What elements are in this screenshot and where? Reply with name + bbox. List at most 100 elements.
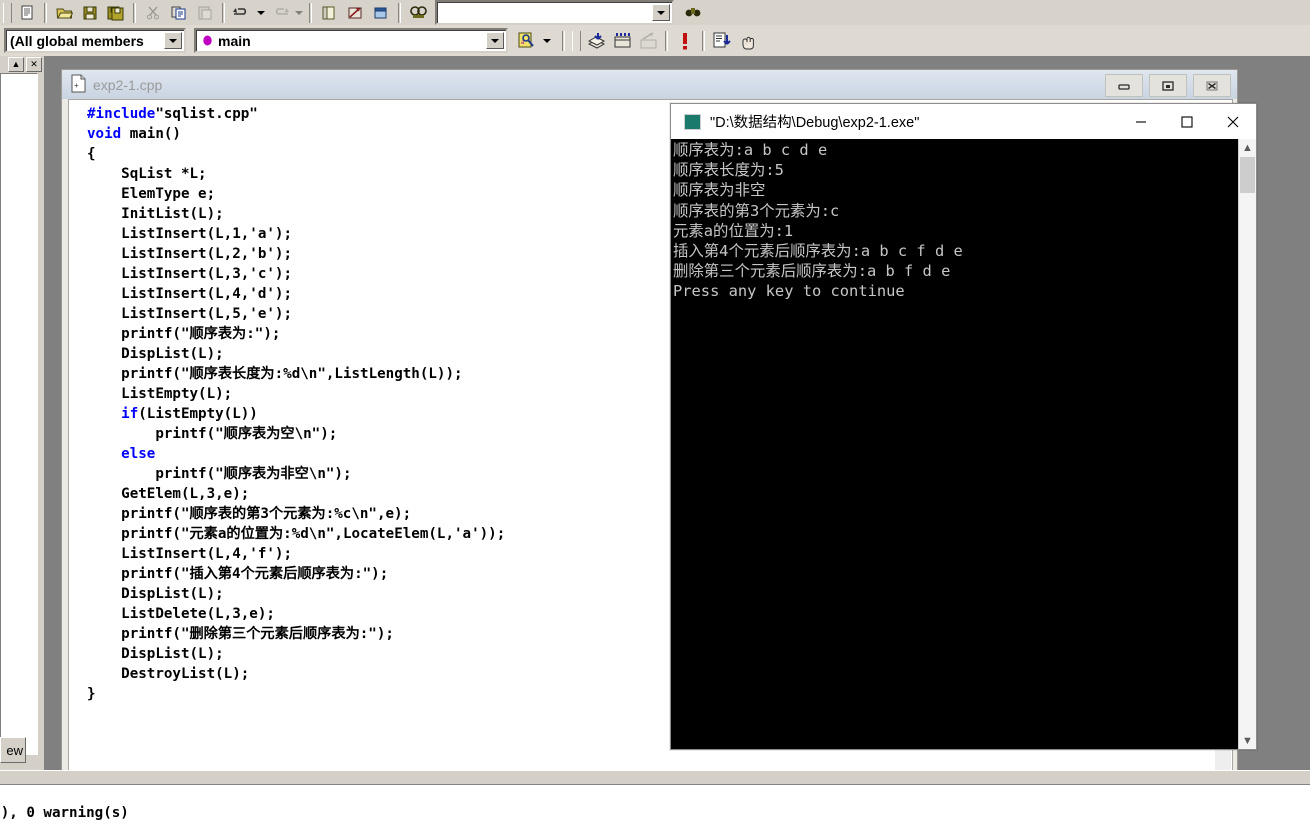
console-app-icon: [684, 113, 701, 130]
console-output-text: 顺序表为:a b c d e 顺序表长度为:5 顺序表为非空 顺序表的第3个元素为:c…: [673, 140, 963, 302]
window-list-icon[interactable]: [368, 2, 394, 24]
console-scroll-down-icon[interactable]: ▼: [1239, 732, 1256, 749]
wizardbar: (All global members main a: [0, 25, 1310, 57]
code-line: InitList(L);: [87, 206, 224, 222]
code-line: ListInsert(L,5,'e');: [87, 306, 292, 322]
find-in-files-icon[interactable]: [405, 2, 431, 24]
console-minimize-button[interactable]: [1118, 104, 1164, 139]
console-close-button[interactable]: [1210, 104, 1256, 139]
code-line: ElemType e;: [87, 186, 216, 202]
editor-minimize-button[interactable]: [1105, 74, 1143, 97]
classview-dropdown-icon[interactable]: [540, 30, 554, 52]
code-line: DestroyList(L);: [87, 666, 250, 682]
toolbar-separator: [44, 2, 47, 23]
redo-dropdown-icon[interactable]: [293, 2, 305, 24]
console-title-label: "D:\数据结构\Debug\exp2-1.exe": [710, 115, 920, 131]
console-scroll-thumb[interactable]: [1240, 157, 1255, 193]
toolbar-grip[interactable]: [3, 2, 12, 23]
member-function-icon: [203, 35, 212, 46]
function-combo[interactable]: main: [194, 28, 508, 53]
console-output-area[interactable]: 顺序表为:a b c d e 顺序表长度为:5 顺序表为非空 顺序表的第3个元素为:c…: [671, 139, 1256, 749]
editor-title-label: exp2-1.cpp: [93, 76, 163, 93]
pin-button[interactable]: ▲: [8, 56, 24, 72]
source-code: #include"sqlist.cpp" void main() { SqList …: [87, 104, 505, 704]
console-title-bar[interactable]: "D:\数据结构\Debug\exp2-1.exe": [671, 104, 1256, 139]
undo-icon[interactable]: [229, 2, 255, 24]
console-window-buttons: [1118, 104, 1256, 139]
code-line: }: [87, 686, 96, 702]
svg-text:+: +: [74, 81, 79, 90]
find-binoculars-icon[interactable]: [680, 2, 706, 24]
code-line: ListInsert(L,4,'d');: [87, 286, 292, 302]
code-line: printf("顺序表长度为:%d\n",ListLength(L));: [87, 366, 463, 382]
editor-close-button[interactable]: [1193, 74, 1231, 97]
save-icon[interactable]: [77, 2, 103, 24]
code-line: printf("插入第4个元素后顺序表为:");: [87, 566, 389, 582]
members-combo[interactable]: (All global members: [4, 28, 186, 53]
new-file-icon[interactable]: [14, 2, 40, 24]
members-combo-value: (All global members: [10, 32, 144, 49]
toolbar-separator: [309, 2, 312, 23]
code-line: ListInsert(L,2,'b');: [87, 246, 292, 262]
stop-build-icon[interactable]: [635, 30, 661, 52]
redo-icon[interactable]: [267, 2, 293, 24]
go-icon[interactable]: [709, 30, 735, 52]
workspace-panel-header: ▲ ✕: [0, 56, 44, 72]
workspace-tab-fileview[interactable]: ew: [0, 737, 26, 763]
close-panel-button[interactable]: ✕: [26, 56, 42, 72]
code-line: printf("删除第三个元素后顺序表为:");: [87, 626, 394, 642]
insert-breakpoint-icon[interactable]: [735, 30, 761, 52]
code-line: if(ListEmpty(L)): [121, 406, 258, 422]
console-line: 删除第三个元素后顺序表为:a b f d e: [673, 262, 951, 281]
console-window: "D:\数据结构\Debug\exp2-1.exe" 顺序表为:a b c d …: [670, 103, 1257, 750]
code-line: {: [87, 146, 96, 162]
paste-icon[interactable]: [192, 2, 218, 24]
code-line: ListInsert(L,3,'c');: [87, 266, 292, 282]
editor-restore-button[interactable]: [1149, 74, 1187, 97]
workspace-panel: ▲ ✕: [0, 56, 44, 770]
toolbar-separator: [562, 30, 565, 51]
build-toolbar-grip[interactable]: [572, 30, 581, 51]
console-line: 顺序表为非空: [673, 181, 766, 200]
code-line: SqList *L;: [87, 166, 207, 182]
undo-dropdown-icon[interactable]: [255, 2, 267, 24]
code-line: void main(): [87, 126, 181, 142]
code-line: ListDelete(L,3,e);: [87, 606, 275, 622]
toolbar-separator: [665, 30, 668, 51]
code-line: ListEmpty(L);: [87, 386, 233, 402]
cut-icon[interactable]: [140, 2, 166, 24]
compile-icon[interactable]: [583, 30, 609, 52]
editor-window-buttons: [1105, 74, 1231, 97]
output-window-icon[interactable]: [342, 2, 368, 24]
console-vertical-scrollbar[interactable]: ▲ ▼: [1238, 139, 1256, 749]
console-line: 顺序表的第3个元素为:c: [673, 201, 840, 220]
build-icon[interactable]: [609, 30, 635, 52]
code-line: printf("顺序表为空\n");: [87, 426, 338, 442]
console-maximize-button[interactable]: [1164, 104, 1210, 139]
classview-icon[interactable]: a: [514, 30, 540, 52]
console-line: 插入第4个元素后顺序表为:a b c f d e: [673, 242, 963, 261]
find-combo-arrow-icon[interactable]: [652, 4, 670, 21]
members-combo-arrow-icon[interactable]: [164, 32, 182, 49]
build-output-text: ror(s), 0 warning(s): [0, 805, 129, 821]
open-folder-icon[interactable]: [51, 2, 77, 24]
workspace-tree[interactable]: [0, 73, 38, 755]
console-line: 顺序表为:a b c d e: [673, 141, 828, 159]
toolbar-separator: [222, 2, 225, 23]
standard-toolbar: [0, 0, 1310, 26]
build-output-pane[interactable]: ror(s), 0 warning(s): [0, 784, 1310, 840]
copy-icon[interactable]: [166, 2, 192, 24]
toolbar-separator: [398, 2, 401, 23]
editor-title-bar[interactable]: + exp2-1.cpp: [62, 70, 1237, 99]
code-line: #include"sqlist.cpp": [87, 106, 258, 122]
save-all-icon[interactable]: [103, 2, 129, 24]
console-scroll-up-icon[interactable]: ▲: [1239, 139, 1256, 156]
console-line: 顺序表长度为:5: [673, 161, 784, 180]
workspace-icon[interactable]: [316, 2, 342, 24]
execute-program-icon[interactable]: [672, 30, 698, 52]
code-line: DispList(L);: [87, 646, 224, 662]
code-line: ListInsert(L,4,'f');: [87, 546, 292, 562]
code-line: printf("顺序表为:");: [87, 326, 281, 342]
function-combo-arrow-icon[interactable]: [486, 32, 504, 49]
find-combo[interactable]: [435, 0, 674, 25]
